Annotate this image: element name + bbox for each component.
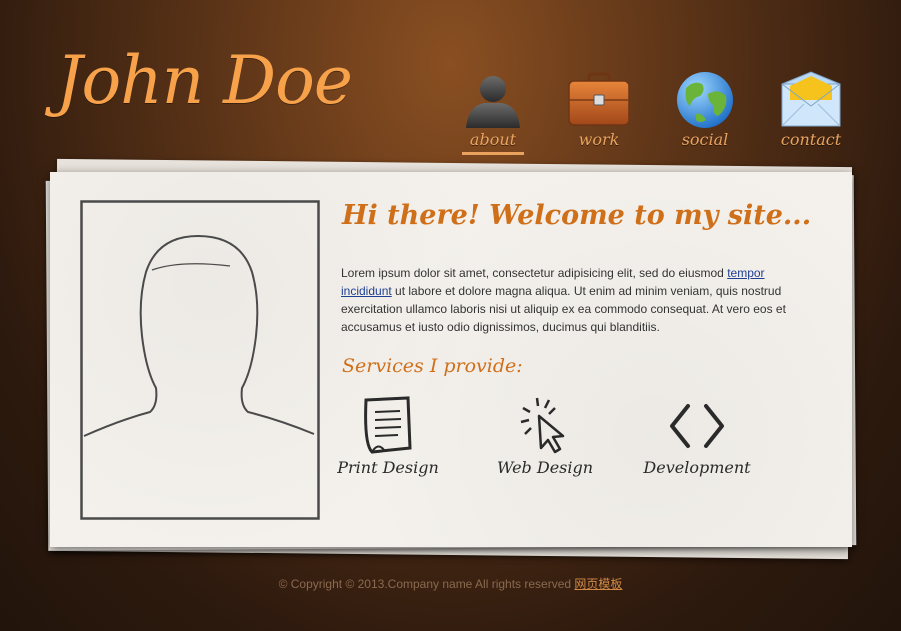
- nav-label: social: [681, 130, 729, 149]
- cursor-click-icon: [520, 397, 565, 454]
- envelope-icon: [781, 71, 841, 127]
- service-label: Print Design: [337, 458, 439, 477]
- code-brackets-icon: [670, 404, 724, 448]
- nav-label: work: [578, 130, 620, 149]
- briefcase-icon: [568, 72, 630, 126]
- footer-link[interactable]: 网页模板: [574, 577, 622, 591]
- nav-item-social[interactable]: social: [667, 70, 743, 149]
- nav-item-contact[interactable]: contact: [773, 70, 849, 149]
- service-web-design[interactable]: Web Design: [485, 394, 605, 477]
- document-icon: [364, 396, 412, 454]
- welcome-heading: Hi there! Welcome to my site...: [342, 200, 812, 231]
- site-logo[interactable]: John Doe: [56, 48, 353, 114]
- services-heading: Services I provide:: [342, 355, 523, 377]
- nav-label: contact: [780, 130, 842, 149]
- nav-item-about[interactable]: about: [455, 70, 531, 155]
- service-label: Web Design: [496, 458, 594, 477]
- intro-paragraph: Lorem ipsum dolor sit amet, consectetur …: [341, 264, 811, 336]
- intro-text-cont: ut labore et dolore magna aliqua. Ut eni…: [341, 284, 786, 334]
- profile-silhouette-icon: [80, 200, 320, 520]
- person-icon: [466, 76, 520, 128]
- service-development[interactable]: Development: [637, 394, 757, 477]
- copyright-text: © Copyright © 2013.Company name All righ…: [278, 577, 575, 591]
- service-print-design[interactable]: Print Design: [328, 394, 448, 477]
- intro-text: Lorem ipsum dolor sit amet, consectetur …: [341, 266, 728, 280]
- nav-label: about: [455, 130, 531, 155]
- globe-icon: [677, 72, 733, 128]
- footer: © Copyright © 2013.Company name All righ…: [0, 575, 901, 592]
- content-paper: Hi there! Welcome to my site... Lorem ip…: [50, 172, 852, 547]
- service-label: Development: [643, 458, 751, 477]
- main-nav: about work social contact: [455, 70, 855, 160]
- nav-item-work[interactable]: work: [561, 70, 637, 149]
